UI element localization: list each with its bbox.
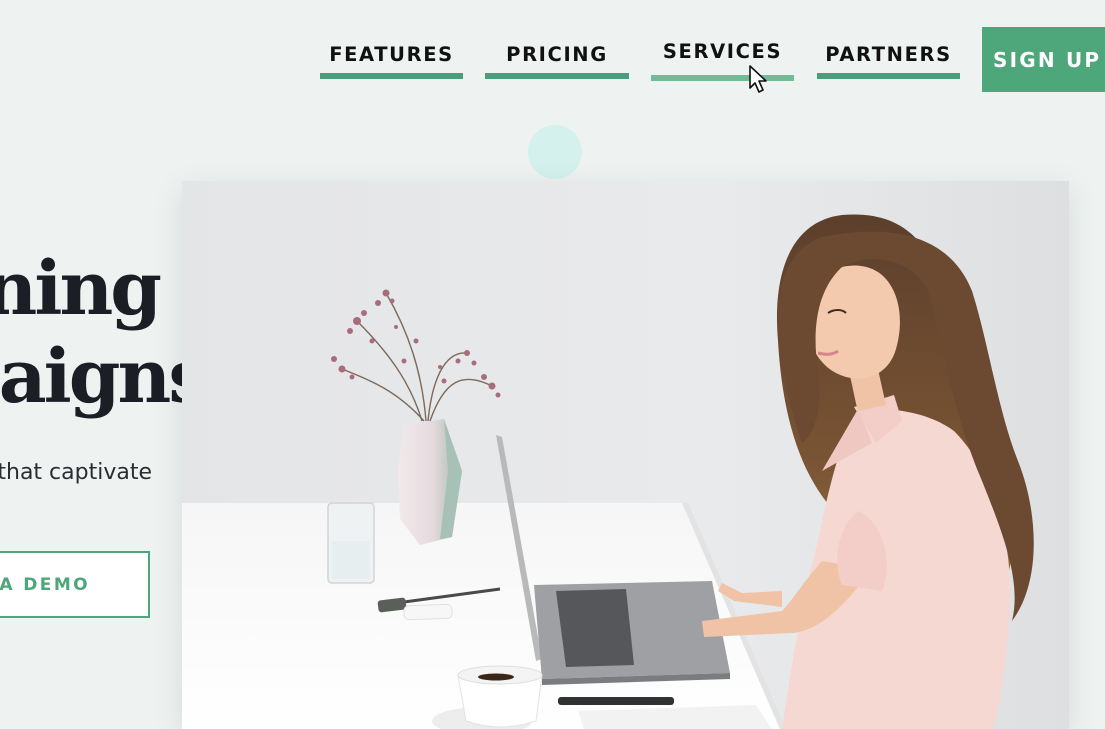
nav-item-services[interactable]: SERVICES — [651, 40, 794, 81]
nav-item-features[interactable]: FEATURES — [320, 43, 463, 79]
nav-item-partners[interactable]: PARTNERS — [817, 43, 960, 79]
nav-item-label: PRICING — [506, 43, 608, 66]
hero-subtitle: that captivate — [0, 460, 152, 485]
nav-underline — [817, 73, 960, 79]
nav-underline — [651, 75, 794, 81]
nav-item-pricing[interactable]: PRICING — [485, 43, 629, 79]
hero-title-line-1: ning — [0, 246, 162, 332]
nav-underline — [320, 73, 463, 79]
demo-button-label: A DEMO — [0, 575, 90, 595]
nav-item-label: FEATURES — [329, 43, 454, 66]
hero-title-line-2: paigns — [0, 334, 210, 420]
nav-item-label: PARTNERS — [825, 43, 952, 66]
hero-image — [182, 181, 1069, 729]
nav-underline — [485, 73, 629, 79]
nav-item-label: SERVICES — [662, 40, 783, 63]
request-demo-button[interactable]: A DEMO — [0, 551, 150, 618]
decorative-circle — [528, 125, 582, 179]
sign-up-button[interactable]: SIGN UP — [982, 27, 1105, 92]
